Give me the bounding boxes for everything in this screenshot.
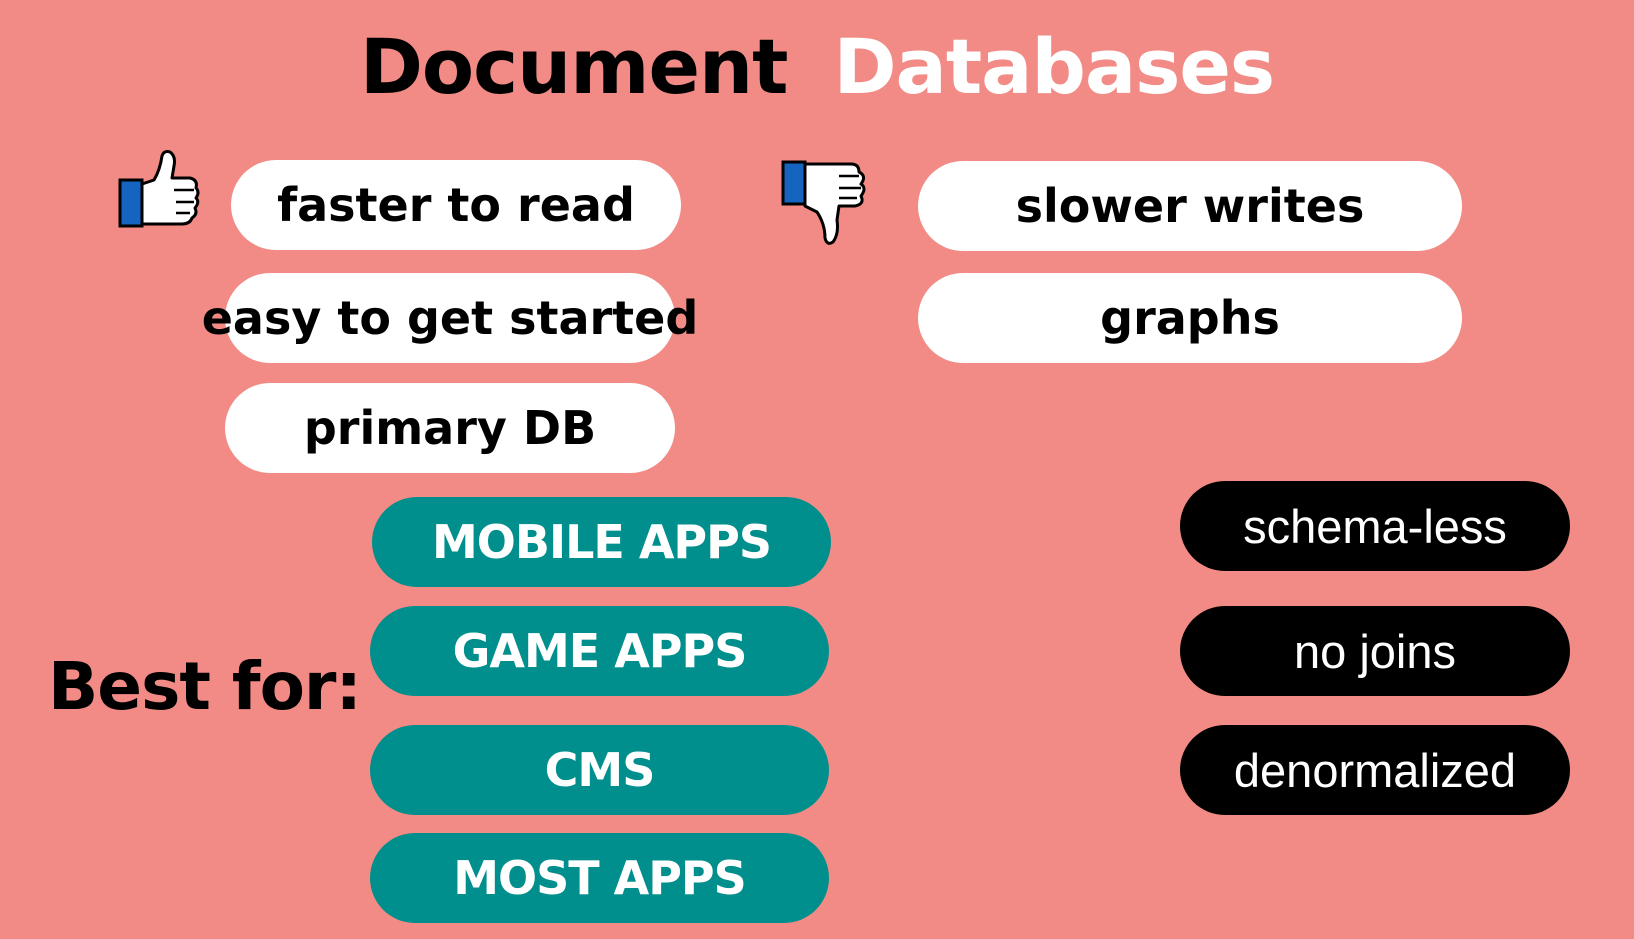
pro-item: easy to get started	[202, 273, 698, 363]
trait-item: schema-less	[1180, 481, 1570, 571]
thumbs-up-icon	[118, 150, 200, 228]
best-for-label: Best for:	[48, 648, 362, 725]
pro-item: faster to read	[231, 160, 681, 250]
best-for-item: CMS	[370, 725, 829, 815]
title-word-document: Document	[359, 22, 789, 111]
best-for-item: GAME APPS	[370, 606, 829, 696]
page-title: Document Databases	[0, 22, 1634, 111]
thumbs-down-icon	[781, 160, 866, 245]
pro-item: primary DB	[225, 383, 675, 473]
best-for-item: MOBILE APPS	[372, 497, 831, 587]
con-item: graphs	[918, 273, 1462, 363]
con-item: slower writes	[918, 161, 1462, 251]
title-word-databases: Databases	[833, 22, 1275, 111]
best-for-item: MOST APPS	[370, 833, 829, 923]
trait-item: denormalized	[1180, 725, 1570, 815]
trait-item: no joins	[1180, 606, 1570, 696]
